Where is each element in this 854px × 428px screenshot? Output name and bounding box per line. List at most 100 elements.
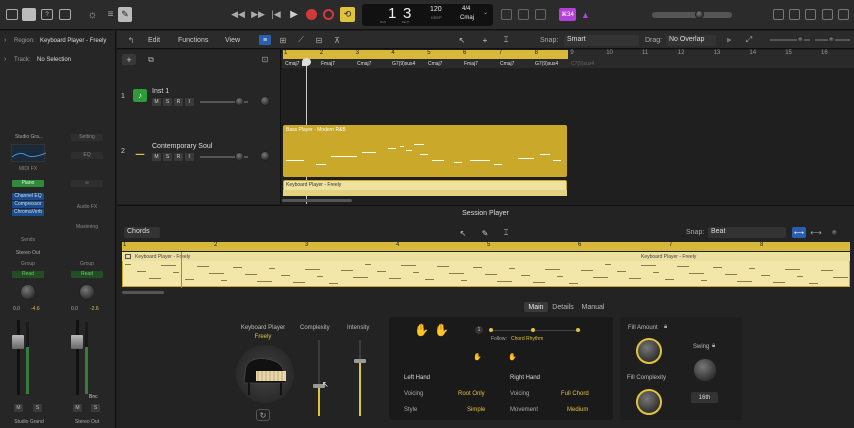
chord-label[interactable]: Cmaj7 bbox=[285, 61, 299, 67]
ruler-bar-number[interactable]: 10 bbox=[606, 50, 613, 56]
session-marquee-icon[interactable]: ⌶ bbox=[500, 228, 512, 238]
session-ruler-bar-number[interactable]: 3 bbox=[305, 242, 308, 248]
tempo-value[interactable]: 120 bbox=[430, 6, 442, 13]
fill-amount-lock-icon[interactable]: 🔒︎ bbox=[664, 324, 667, 331]
chord-label[interactable]: Cmaj7 bbox=[428, 61, 442, 67]
loop-browser-icon[interactable] bbox=[805, 9, 816, 20]
playhead-handle[interactable] bbox=[302, 58, 311, 66]
horizontal-zoom-handle[interactable] bbox=[828, 36, 835, 43]
drag-dropdown[interactable]: No Overlap bbox=[666, 35, 716, 46]
inspector-icon[interactable] bbox=[22, 8, 36, 21]
intensity-slider-handle[interactable] bbox=[354, 359, 366, 364]
fill-amount-knob[interactable] bbox=[636, 338, 662, 364]
track-input-button[interactable]: I bbox=[185, 153, 194, 161]
strip2-solo-button[interactable]: S bbox=[91, 404, 100, 412]
track-mute-button[interactable]: M bbox=[152, 98, 161, 106]
ruler-bar-number[interactable]: 6 bbox=[463, 50, 466, 56]
edit-menu[interactable]: Edit bbox=[148, 37, 160, 44]
track-solo-button[interactable]: S bbox=[163, 153, 172, 161]
waveform-zoom-icon[interactable]: ⫸ bbox=[723, 35, 735, 45]
track-volume-handle[interactable] bbox=[235, 97, 244, 106]
capture-record-icon[interactable] bbox=[323, 9, 334, 20]
tuner-icon[interactable] bbox=[518, 9, 529, 20]
lh-style-dropdown[interactable]: Simple bbox=[467, 407, 485, 413]
strip2-mastering[interactable]: Mastering bbox=[69, 224, 105, 230]
refresh-icon[interactable]: ↻ bbox=[256, 409, 270, 421]
rh-voicing-dropdown[interactable]: Full Chord bbox=[561, 391, 589, 397]
chevron-down-icon[interactable]: ⌄ bbox=[483, 9, 488, 16]
automation-icon[interactable]: ⊞ bbox=[277, 35, 289, 45]
add-track-button[interactable]: + bbox=[122, 54, 136, 65]
strip2-eq[interactable]: EQ bbox=[71, 152, 103, 159]
midi-fx-slot[interactable]: MIDI FX bbox=[11, 166, 45, 172]
filter-icon[interactable]: ⊼ bbox=[331, 35, 343, 45]
time-signature[interactable]: 4/4 bbox=[462, 6, 470, 12]
strip2-audio-fx[interactable]: Audio FX bbox=[69, 204, 105, 210]
quick-help-icon[interactable]: ? bbox=[41, 9, 53, 20]
toolbar-icon[interactable] bbox=[59, 9, 71, 20]
session-ruler-bar-number[interactable]: 8 bbox=[760, 242, 763, 248]
functions-menu[interactable]: Functions bbox=[178, 37, 208, 44]
media-icon[interactable] bbox=[838, 9, 849, 20]
cycle-range[interactable] bbox=[283, 50, 568, 59]
play-icon[interactable]: ▶ bbox=[288, 9, 300, 20]
fx-slot-compressor[interactable]: Compressor bbox=[12, 201, 44, 208]
track-pan-knob[interactable] bbox=[260, 96, 270, 106]
list-view-icon[interactable]: ≡ bbox=[259, 35, 271, 45]
mute-button[interactable]: M bbox=[14, 404, 23, 412]
pointer-tool-icon[interactable]: ↖ bbox=[456, 35, 468, 45]
ruler-bar-number[interactable]: 11 bbox=[642, 50, 648, 56]
track-mute-button[interactable]: M bbox=[152, 153, 161, 161]
ruler-bar-number[interactable]: 8 bbox=[535, 50, 538, 56]
session-zoom-icon[interactable]: ⟷ bbox=[810, 227, 822, 238]
session-ruler[interactable] bbox=[122, 242, 850, 251]
instrument-slot[interactable]: Piano bbox=[12, 180, 44, 187]
region-icon[interactable]: ⊟ bbox=[313, 35, 325, 45]
track-record-button[interactable]: R bbox=[174, 98, 183, 106]
key-signature[interactable]: Cmaj bbox=[460, 15, 474, 21]
count-in-badge[interactable]: ⌘34 bbox=[559, 8, 576, 21]
tab-details[interactable]: Details bbox=[550, 302, 576, 312]
pattern-dot[interactable] bbox=[531, 328, 535, 332]
chord-label[interactable]: Cmaj7 bbox=[357, 61, 371, 67]
chord-label[interactable]: C7(9)sus4 bbox=[571, 61, 594, 67]
session-ruler-bar-number[interactable]: 2 bbox=[214, 242, 217, 248]
swing-lock-icon[interactable]: 🔒︎ bbox=[712, 343, 715, 350]
strip2-pan-knob[interactable] bbox=[79, 284, 95, 300]
notepad-icon[interactable] bbox=[789, 9, 800, 20]
ruler-bar-number[interactable]: 16 bbox=[821, 50, 828, 56]
pattern-dot[interactable] bbox=[576, 328, 580, 332]
track-pan-knob[interactable] bbox=[260, 151, 270, 161]
replace-icon[interactable] bbox=[501, 9, 512, 20]
player-style[interactable]: Freely bbox=[233, 334, 293, 340]
ruler-bar-number[interactable]: 3 bbox=[356, 50, 359, 56]
output-slot[interactable]: Stereo Out bbox=[11, 250, 45, 256]
forward-icon[interactable]: ▶▶ bbox=[251, 9, 265, 20]
chord-label[interactable]: G7(9)sus4 bbox=[535, 61, 558, 67]
session-snap-dropdown[interactable]: Beat bbox=[708, 227, 786, 238]
chords-dropdown[interactable]: Chords bbox=[124, 227, 160, 238]
ruler-bar-number[interactable]: 12 bbox=[678, 50, 685, 56]
chord-label[interactable]: Fmaj7 bbox=[321, 61, 335, 67]
session-ruler-bar-number[interactable]: 4 bbox=[396, 242, 399, 248]
follow-value[interactable]: Chord Rhythm bbox=[511, 336, 543, 342]
track-name[interactable]: Inst 1 bbox=[152, 88, 169, 95]
list-editor-icon[interactable] bbox=[773, 9, 784, 20]
master-volume-handle[interactable] bbox=[695, 10, 704, 19]
ruler-bar-number[interactable]: 1 bbox=[284, 50, 287, 56]
ruler-bar-number[interactable]: 14 bbox=[749, 50, 756, 56]
library-icon[interactable] bbox=[6, 9, 18, 20]
ruler-bar-number[interactable]: 15 bbox=[785, 50, 792, 56]
solo-icon[interactable] bbox=[535, 9, 546, 20]
swing-value-button[interactable]: 16th bbox=[691, 392, 718, 403]
fill-complexity-knob[interactable] bbox=[636, 389, 662, 415]
tab-main[interactable]: Main bbox=[524, 302, 548, 312]
chord-label[interactable]: G7(9)sus4 bbox=[392, 61, 415, 67]
solo-button[interactable]: S bbox=[33, 404, 42, 412]
lh-voicing-dropdown[interactable]: Root Only bbox=[458, 391, 485, 397]
session-catch-icon[interactable]: ⟷ bbox=[792, 227, 806, 238]
volume-fader-handle[interactable] bbox=[12, 335, 24, 349]
ruler-bar-number[interactable]: 2 bbox=[320, 50, 323, 56]
session-zoom-handle[interactable] bbox=[831, 229, 838, 236]
step-one-badge[interactable]: 1 bbox=[475, 326, 483, 334]
